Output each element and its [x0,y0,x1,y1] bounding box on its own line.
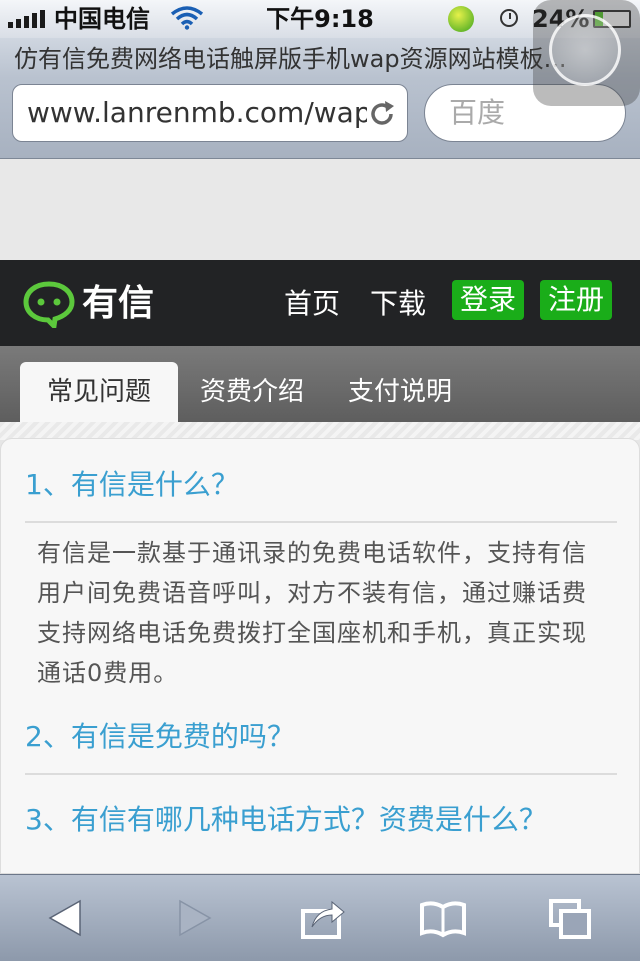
url-text[interactable]: www.lanrenmb.com/wap [27,95,367,131]
divider [25,773,617,775]
nav-download-link[interactable]: 下载 [370,284,426,324]
browser-toolbar [0,874,640,961]
url-field[interactable]: www.lanrenmb.com/wap [12,84,408,142]
app-badge-icon [448,6,474,32]
logo-chat-bubble-icon [23,281,75,328]
tab-payment[interactable]: 支付说明 [334,362,466,422]
clock-icon [500,9,518,27]
nav-home-link[interactable]: 首页 [284,284,340,324]
tabs-pages-icon[interactable] [546,893,596,943]
assistive-touch-icon[interactable] [533,0,640,106]
search-placeholder: 百度 [449,96,506,129]
tab-faq[interactable]: 常见问题 [20,362,178,422]
faq-question-2[interactable]: 2、有信是免费的吗？ [25,717,295,757]
site-header: 有信 首页 下载 登录 注册 [0,260,640,346]
logo-text: 有信 [82,283,155,324]
page-title: 仿有信免费网络电话触屏版手机wap资源网站模板... [14,45,567,73]
back-arrow-icon[interactable] [42,893,92,943]
faq-answer-1: 有信是一款基于通讯录的免费电话软件，支持有信用户间免费语音呼叫，对方不装有信，通… [37,539,587,687]
tab-bar: 常见问题 资费介绍 支付说明 [0,346,640,422]
login-button[interactable]: 登录 [452,280,524,320]
forward-arrow-icon[interactable] [168,893,218,943]
tab-pricing[interactable]: 资费介绍 [186,362,318,422]
reload-icon[interactable] [367,99,397,129]
faq-panel: 1、有信是什么？ 有信是一款基于通讯录的免费电话软件，支持有信用户间免费语音呼叫… [0,438,640,874]
faq-question-3[interactable]: 3、有信有哪几种电话方式？资费是什么？ [25,789,565,851]
faq-question-1[interactable]: 1、有信是什么？ [25,465,239,505]
divider [25,521,617,523]
bookmarks-book-icon[interactable] [418,893,468,943]
share-icon[interactable] [298,893,348,943]
page-top-band [0,159,640,260]
register-button[interactable]: 注册 [540,280,612,320]
